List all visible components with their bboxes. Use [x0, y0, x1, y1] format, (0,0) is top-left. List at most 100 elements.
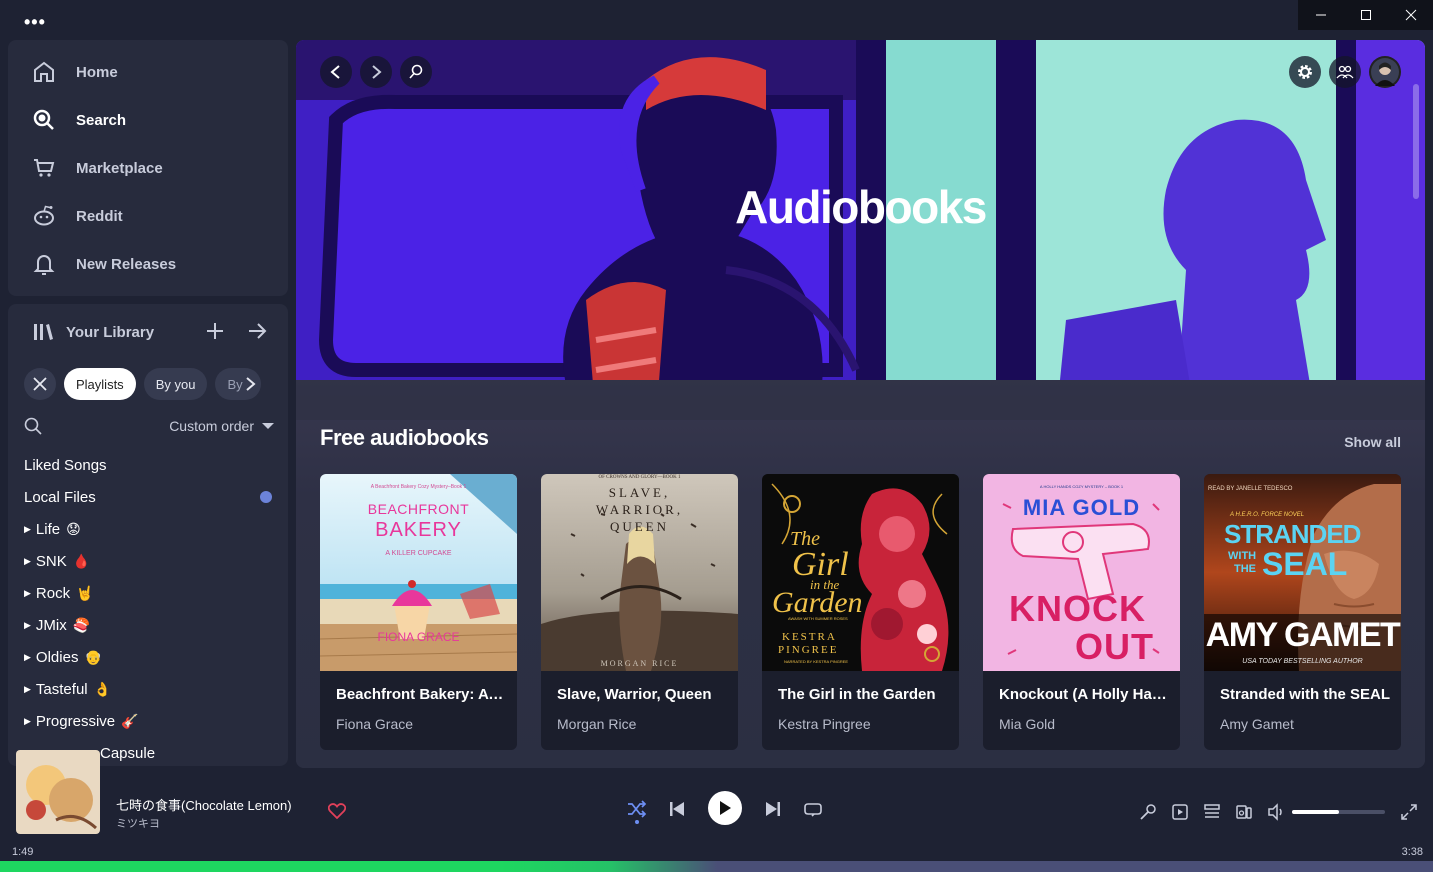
folder-expand-icon[interactable]: ▶	[24, 684, 31, 695]
chevron-left-icon	[330, 65, 340, 79]
cart-icon	[34, 159, 55, 177]
app-menu-icon[interactable]: •••	[24, 12, 46, 33]
lyrics-button[interactable]	[1138, 802, 1158, 822]
mute-button[interactable]	[1266, 802, 1286, 822]
cover-title-line3: QUEEN	[609, 519, 670, 534]
playback-progress-bar[interactable]	[0, 861, 1433, 872]
library-item-label: Capsule	[100, 744, 156, 762]
cover-title-line3: THE	[1234, 563, 1256, 575]
cover-subtitle: AWASH WITH SUMMER ROSES	[788, 616, 848, 621]
avatar-icon	[1371, 58, 1399, 86]
sort-dropdown[interactable]: Custom order	[169, 418, 274, 434]
search-icon	[409, 64, 423, 79]
library-folder[interactable]: ▶ Tasteful 👌	[24, 673, 280, 705]
home-icon	[34, 61, 54, 82]
section-title[interactable]: Free audiobooks	[320, 425, 489, 451]
downloaded-icon	[260, 491, 272, 503]
scrollbar[interactable]	[1413, 84, 1419, 199]
audiobook-card[interactable]: A Beachfront Bakery Cozy Mystery–Book 1 …	[320, 474, 517, 750]
track-title[interactable]: 七時の食事(Chocolate Lemon)	[116, 795, 292, 814]
sidebar-nav: Home Search Marketplace Reddit New Relea…	[8, 40, 288, 296]
show-all-link[interactable]: Show all	[1344, 434, 1401, 450]
play-icon	[720, 801, 731, 815]
nav-marketplace[interactable]: Marketplace	[8, 144, 288, 192]
play-button[interactable]	[708, 791, 742, 825]
user-avatar[interactable]	[1369, 56, 1401, 88]
library-folder[interactable]: ▶ Oldies 👴	[24, 641, 280, 673]
cover-author: FIONA GRACE	[377, 630, 460, 644]
library-folder[interactable]: ▶ Progressive 🎸	[24, 705, 280, 737]
chip-by-partial[interactable]: By	[215, 368, 261, 400]
total-time: 3:38	[1401, 846, 1423, 858]
library-folder[interactable]: ▶ Rock 🤘	[24, 577, 280, 609]
search-button[interactable]	[400, 56, 432, 88]
folder-expand-icon[interactable]: ▶	[24, 620, 31, 631]
friend-activity-button[interactable]	[1329, 56, 1361, 88]
folder-expand-icon[interactable]: ▶	[24, 524, 31, 535]
library-folder[interactable]: ▶ SNK 🩸	[24, 545, 280, 577]
clear-filter-button[interactable]	[24, 368, 56, 400]
chip-playlists[interactable]: Playlists	[64, 368, 136, 400]
friends-icon	[1336, 65, 1354, 79]
cover-subtitle: A KILLER CUPCAKE	[385, 550, 452, 557]
cover-kicker: A HOLLY HANDS COZY MYSTERY – BOOK 1	[1039, 484, 1124, 489]
fullscreen-button[interactable]	[1399, 802, 1419, 822]
audiobook-card[interactable]: OF CROWNS AND GLORY—BOOK 1 SLAVE, WARRIO…	[541, 474, 738, 750]
cover-title-line2: WITH	[1228, 550, 1257, 562]
now-playing-cover[interactable]	[16, 750, 100, 834]
folder-expand-icon[interactable]: ▶	[24, 716, 31, 727]
minimize-icon[interactable]	[1298, 0, 1343, 30]
page-title: Audiobooks	[735, 181, 987, 233]
cover-slave-warrior-queen: OF CROWNS AND GLORY—BOOK 1 SLAVE, WARRIO…	[541, 474, 738, 671]
folder-expand-icon[interactable]: ▶	[24, 556, 31, 567]
library-folder[interactable]: ▶ Life 😟	[24, 513, 280, 545]
cover-tagline: USA TODAY BESTSELLING AUTHOR	[1242, 658, 1363, 665]
library-item[interactable]: Local Files	[24, 481, 280, 513]
playback-progress-fill	[0, 861, 717, 872]
add-icon[interactable]	[204, 320, 226, 346]
library-folder[interactable]: ▶ JMix 🍣	[24, 609, 280, 641]
forward-button[interactable]	[360, 56, 392, 88]
next-button[interactable]	[762, 798, 784, 820]
library-search-icon[interactable]	[24, 417, 42, 435]
back-button[interactable]	[320, 56, 352, 88]
chevron-right-icon	[372, 65, 382, 79]
settings-button[interactable]	[1289, 56, 1321, 88]
library-header[interactable]: Your Library	[8, 304, 288, 360]
audiobook-card[interactable]: READ BY JANELLE TEDESCO A H.E.R.O. FORCE…	[1204, 474, 1401, 750]
audiobook-card[interactable]: The Girl in the Garden AWASH WITH SUMMER…	[762, 474, 959, 750]
maximize-icon[interactable]	[1343, 0, 1388, 30]
fullscreen-icon	[1401, 804, 1417, 820]
chip-by-you[interactable]: By you	[143, 368, 208, 400]
card-title: Beachfront Bakery: A Killer Cupcake	[336, 686, 506, 703]
connect-device-button[interactable]	[1234, 802, 1254, 822]
library-item-label: Liked Songs	[24, 456, 107, 474]
library-item-label: Tasteful	[35, 680, 88, 698]
queue-button[interactable]	[1202, 802, 1222, 822]
shuffle-button[interactable]	[626, 798, 648, 820]
library-item-label: Local Files	[24, 488, 96, 506]
nav-search[interactable]: Search	[8, 96, 288, 144]
nav-reddit[interactable]: Reddit	[8, 192, 288, 240]
repeat-button[interactable]	[802, 798, 824, 820]
previous-button[interactable]	[666, 798, 688, 820]
cover-beachfront-bakery: A Beachfront Bakery Cozy Mystery–Book 1 …	[320, 474, 517, 671]
chevron-right-icon[interactable]	[243, 376, 257, 392]
now-playing-view-button[interactable]	[1170, 802, 1190, 822]
audiobook-cards: A Beachfront Bakery Cozy Mystery–Book 1 …	[320, 474, 1401, 750]
hero-banner: Audiobooks	[296, 40, 1425, 420]
like-button[interactable]	[327, 803, 347, 824]
audiobook-card[interactable]: A HOLLY HANDS COZY MYSTERY – BOOK 1 MIA …	[983, 474, 1180, 750]
folder-expand-icon[interactable]: ▶	[24, 588, 31, 599]
nav-home[interactable]: Home	[8, 48, 288, 96]
library-item-label: SNK	[35, 552, 67, 570]
folder-expand-icon[interactable]: ▶	[24, 652, 31, 663]
close-icon[interactable]	[1388, 0, 1433, 30]
track-artist[interactable]: ミツキヨ	[116, 815, 160, 831]
volume-slider[interactable]	[1292, 810, 1385, 814]
library-item-emoji: 👴	[84, 648, 102, 665]
cover-kicker: READ BY JANELLE TEDESCO	[1208, 486, 1293, 492]
nav-new-releases[interactable]: New Releases	[8, 240, 288, 288]
library-item[interactable]: Liked Songs	[24, 449, 280, 481]
expand-arrow-icon[interactable]	[246, 320, 268, 346]
